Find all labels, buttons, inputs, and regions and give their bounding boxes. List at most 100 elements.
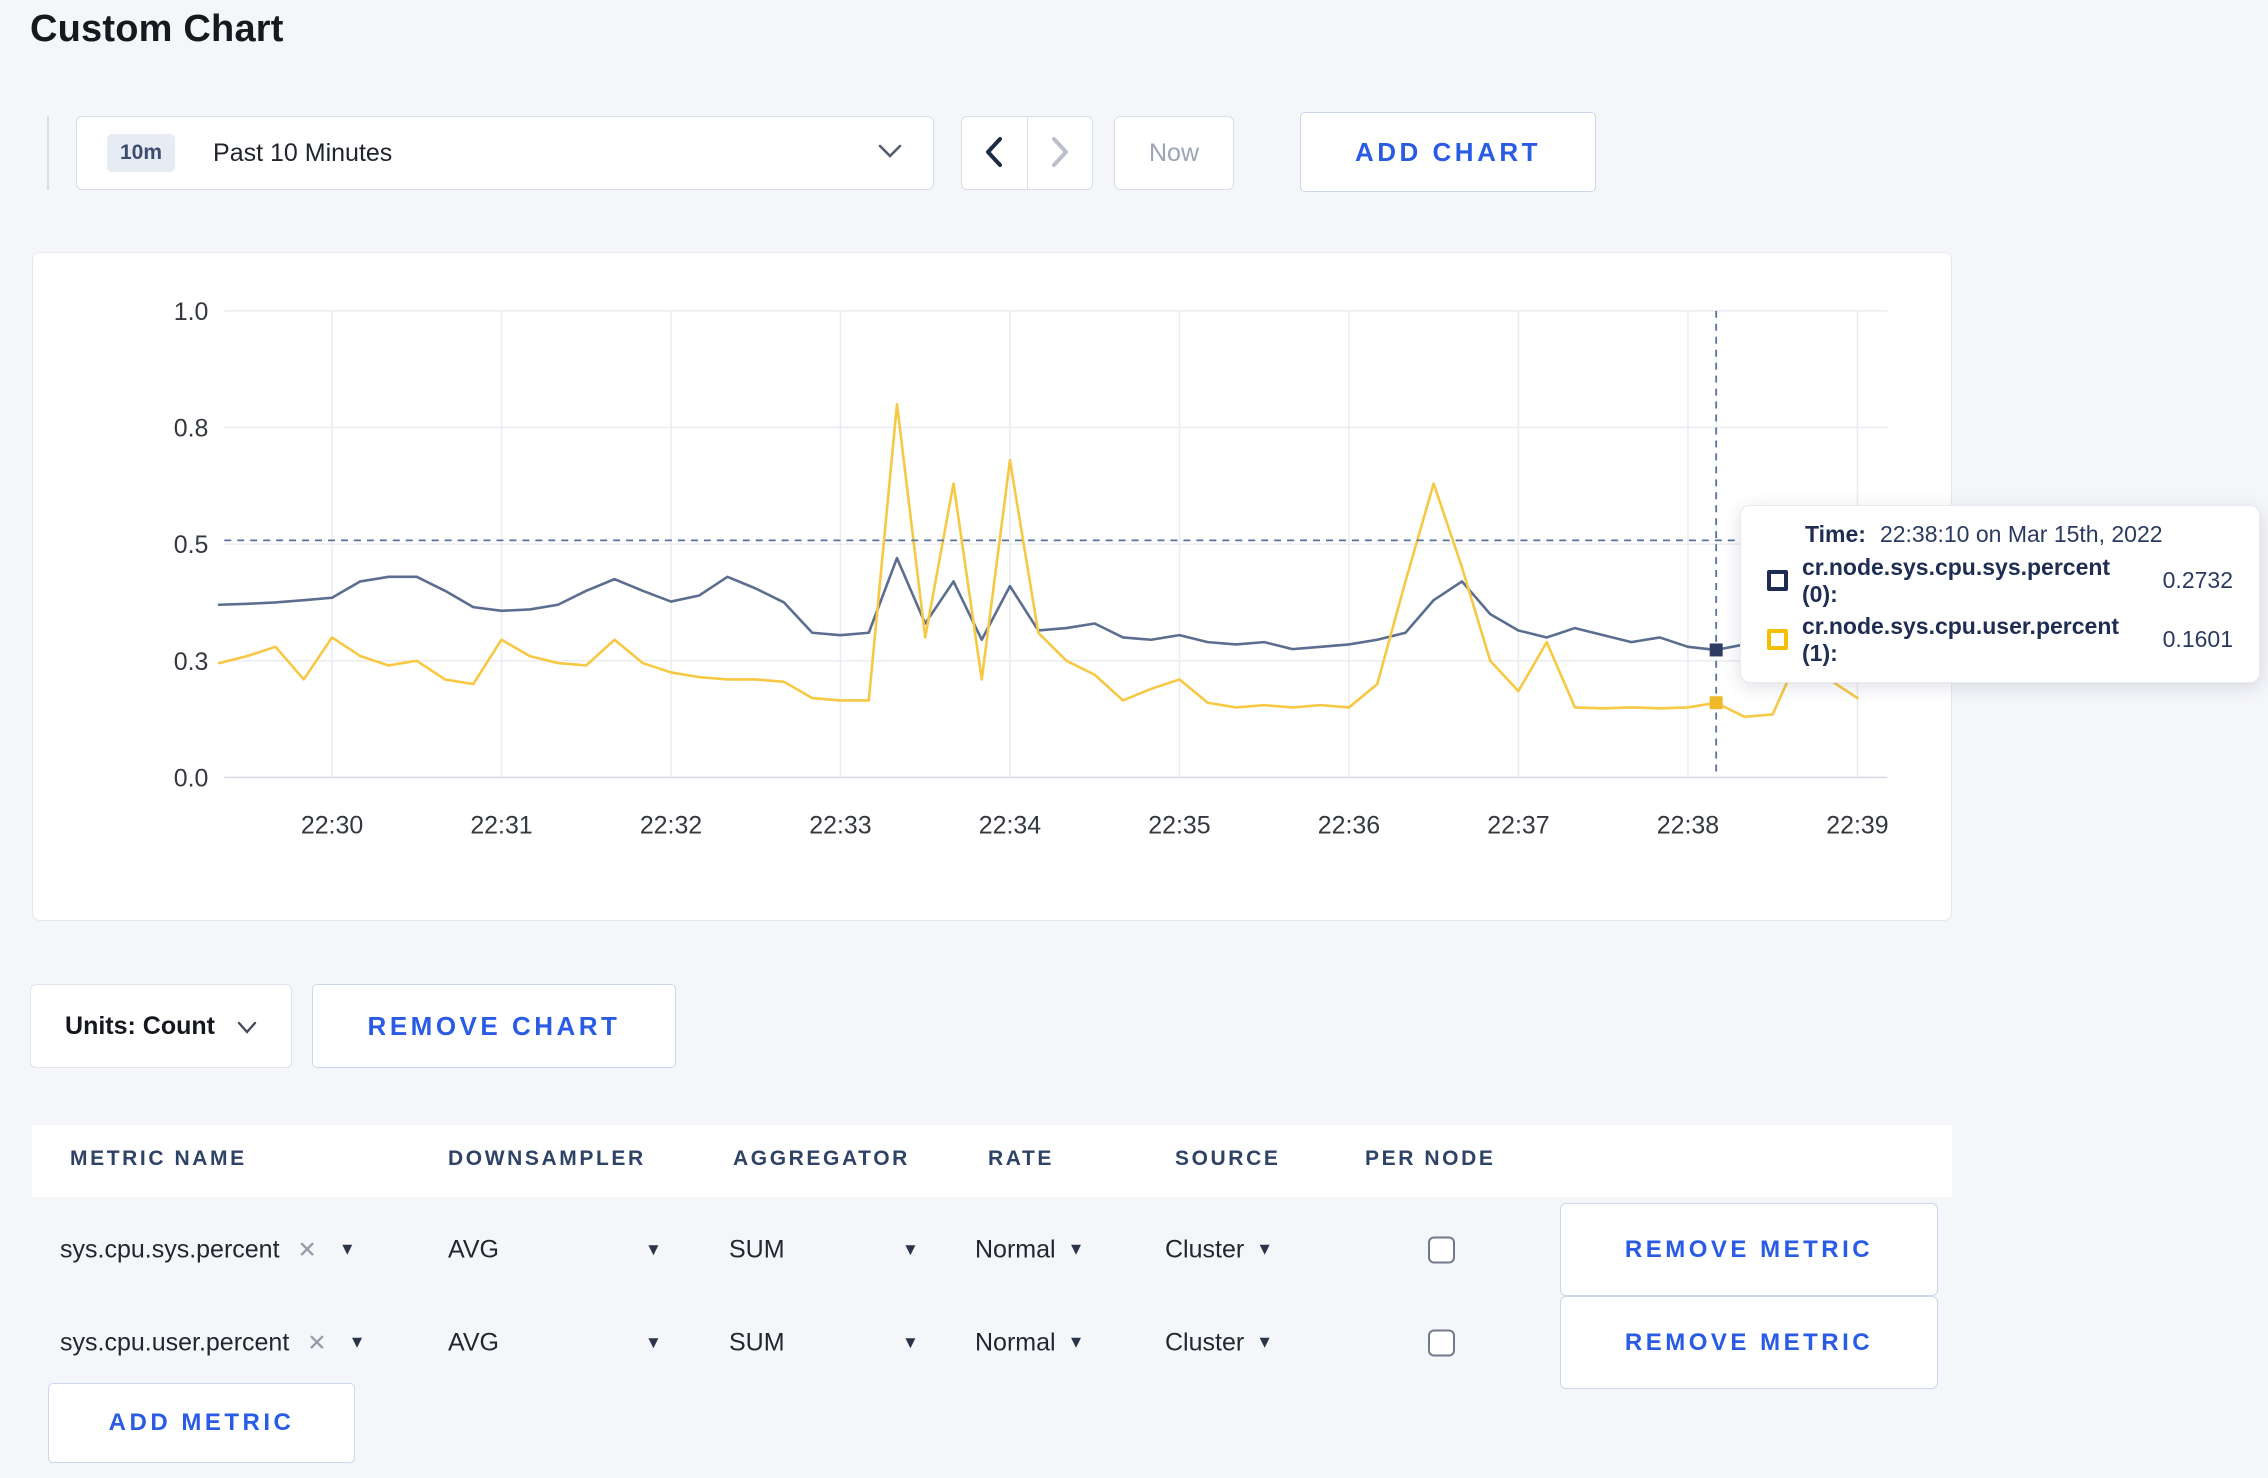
tooltip-series-row: cr.node.sys.cpu.user.percent (1): 0.1601 [1767, 613, 2233, 667]
col-header-per-node: PER NODE [1365, 1147, 1496, 1170]
downsampler-select[interactable]: AVG [448, 1328, 499, 1357]
per-node-checkbox[interactable] [1428, 1329, 1455, 1356]
series-line-1 [217, 402, 1859, 719]
timeseries-chart[interactable]: 22:30 22:31 22:32 22:33 22:34 22:35 22:36 22:37… [33, 253, 1951, 920]
remove-chart-button[interactable]: REMOVE CHART [312, 984, 676, 1068]
y-tick-label: 0.0 [174, 764, 209, 792]
downsampler-value: AVG [448, 1328, 499, 1356]
rate-select[interactable]: Normal ▼ [975, 1328, 1084, 1357]
caret-down-icon: ▼ [902, 1332, 919, 1352]
user-series-swatch-icon [1767, 629, 1788, 651]
next-time-button[interactable] [1026, 117, 1093, 189]
metric-name-select[interactable]: sys.cpu.sys.percent ✕ ▼ [60, 1235, 356, 1264]
tooltip-series-value: 0.2732 [2162, 567, 2233, 593]
caret-down-icon: ▼ [1067, 1332, 1085, 1352]
add-metric-button[interactable]: ADD METRIC [48, 1383, 355, 1463]
downsampler-value: AVG [448, 1235, 499, 1263]
aggregator-select[interactable]: SUM [729, 1328, 785, 1357]
aggregator-caret[interactable]: ▼ [902, 1333, 919, 1353]
remove-metric-button[interactable]: REMOVE METRIC [1560, 1296, 1938, 1389]
tooltip-time-row: Time: 22:38:10 on Mar 15th, 2022 [1767, 521, 2233, 548]
toolbar-divider [47, 116, 49, 190]
page-title: Custom Chart [30, 8, 284, 50]
caret-down-icon: ▼ [902, 1239, 919, 1259]
tooltip-series-name: cr.node.sys.cpu.user.percent (1): [1802, 612, 2120, 666]
remove-metric-button[interactable]: REMOVE METRIC [1560, 1203, 1938, 1296]
y-tick-label: 1.0 [174, 298, 209, 326]
series-line-0 [217, 556, 1859, 652]
units-label: Units: Count [65, 1011, 215, 1040]
tooltip-series-row: cr.node.sys.cpu.sys.percent (0): 0.2732 [1767, 554, 2233, 608]
time-range-label: Past 10 Minutes [213, 138, 393, 167]
col-header-rate: RATE [988, 1147, 1055, 1170]
source-select[interactable]: Cluster ▼ [1165, 1235, 1273, 1264]
x-tick-label: 22:37 [1487, 811, 1549, 839]
chart-hover-tooltip: Time: 22:38:10 on Mar 15th, 2022 cr.node… [1740, 505, 2260, 683]
metric-name-select[interactable]: sys.cpu.user.percent ✕ ▼ [60, 1328, 365, 1357]
prev-time-button[interactable] [962, 117, 1027, 189]
source-select[interactable]: Cluster ▼ [1165, 1328, 1273, 1357]
sys-series-swatch-icon [1767, 570, 1788, 591]
per-node-checkbox[interactable] [1428, 1236, 1455, 1263]
caret-down-icon: ▼ [348, 1332, 366, 1352]
downsampler-caret[interactable]: ▼ [645, 1240, 662, 1260]
source-value: Cluster [1165, 1328, 1245, 1356]
clear-metric-icon[interactable]: ✕ [307, 1329, 326, 1356]
tooltip-time-value: 22:38:10 on Mar 15th, 2022 [1879, 521, 2163, 548]
x-tick-label: 22:34 [979, 811, 1041, 839]
col-header-aggregator: AGGREGATOR [733, 1147, 910, 1170]
x-tick-label: 22:35 [1148, 811, 1210, 839]
chevron-down-icon [237, 1012, 257, 1041]
hover-marker-1 [1709, 696, 1723, 710]
col-header-downsampler: DOWNSAMPLER [448, 1147, 646, 1170]
rate-select[interactable]: Normal ▼ [975, 1235, 1084, 1264]
metric-row: sys.cpu.sys.percent ✕ ▼ AVG ▼ SUM ▼ Norm… [32, 1203, 1952, 1296]
chevron-down-icon [877, 143, 903, 164]
y-tick-label: 0.5 [174, 531, 209, 559]
x-tick-label: 22:32 [640, 811, 702, 839]
time-range-dropdown[interactable]: 10m Past 10 Minutes [76, 116, 934, 190]
caret-down-icon: ▼ [645, 1239, 662, 1259]
x-tick-label: 22:31 [470, 811, 532, 839]
y-tick-label: 0.3 [174, 648, 209, 676]
col-header-metric-name: METRIC NAME [70, 1147, 247, 1170]
caret-down-icon: ▼ [1067, 1239, 1085, 1259]
aggregator-value: SUM [729, 1328, 785, 1356]
y-tick-label: 0.8 [174, 414, 209, 442]
aggregator-select[interactable]: SUM [729, 1235, 785, 1264]
caret-down-icon: ▼ [1256, 1239, 1274, 1259]
tooltip-series-value: 0.1601 [2162, 626, 2233, 653]
aggregator-value: SUM [729, 1235, 785, 1263]
x-tick-label: 22:38 [1657, 811, 1719, 839]
x-tick-label: 22:39 [1826, 811, 1888, 839]
metrics-table: METRIC NAME DOWNSAMPLER AGGREGATOR RATE … [0, 1125, 2268, 1478]
source-value: Cluster [1165, 1235, 1245, 1263]
time-range-badge: 10m [107, 134, 176, 172]
clear-metric-icon[interactable]: ✕ [298, 1236, 317, 1263]
downsampler-caret[interactable]: ▼ [645, 1333, 662, 1353]
chevron-right-icon [1049, 136, 1071, 171]
metric-name-value: sys.cpu.sys.percent [60, 1235, 280, 1263]
x-tick-label: 22:36 [1318, 811, 1380, 839]
metric-row: sys.cpu.user.percent ✕ ▼ AVG ▼ SUM ▼ Nor… [32, 1296, 1952, 1389]
now-button[interactable]: Now [1114, 116, 1234, 190]
units-dropdown[interactable]: Units: Count [30, 984, 292, 1068]
tooltip-series-name: cr.node.sys.cpu.sys.percent (0): [1802, 553, 2111, 607]
x-tick-label: 22:30 [301, 811, 363, 839]
time-window-nav [961, 116, 1093, 190]
chart-card: 22:30 22:31 22:32 22:33 22:34 22:35 22:36 22:37… [32, 252, 1952, 921]
x-tick-label: 22:33 [809, 811, 871, 839]
metric-name-value: sys.cpu.user.percent [60, 1328, 290, 1356]
downsampler-select[interactable]: AVG [448, 1235, 499, 1264]
col-header-source: SOURCE [1175, 1147, 1281, 1170]
add-chart-button[interactable]: ADD CHART [1300, 112, 1596, 192]
rate-value: Normal [975, 1328, 1056, 1356]
aggregator-caret[interactable]: ▼ [902, 1240, 919, 1260]
caret-down-icon: ▼ [338, 1239, 356, 1259]
rate-value: Normal [975, 1235, 1056, 1263]
chevron-left-icon [983, 136, 1005, 171]
metrics-table-header: METRIC NAME DOWNSAMPLER AGGREGATOR RATE … [32, 1125, 1952, 1197]
hover-marker-0 [1709, 643, 1723, 657]
tooltip-time-label: Time: [1805, 521, 1866, 548]
caret-down-icon: ▼ [1256, 1332, 1274, 1352]
